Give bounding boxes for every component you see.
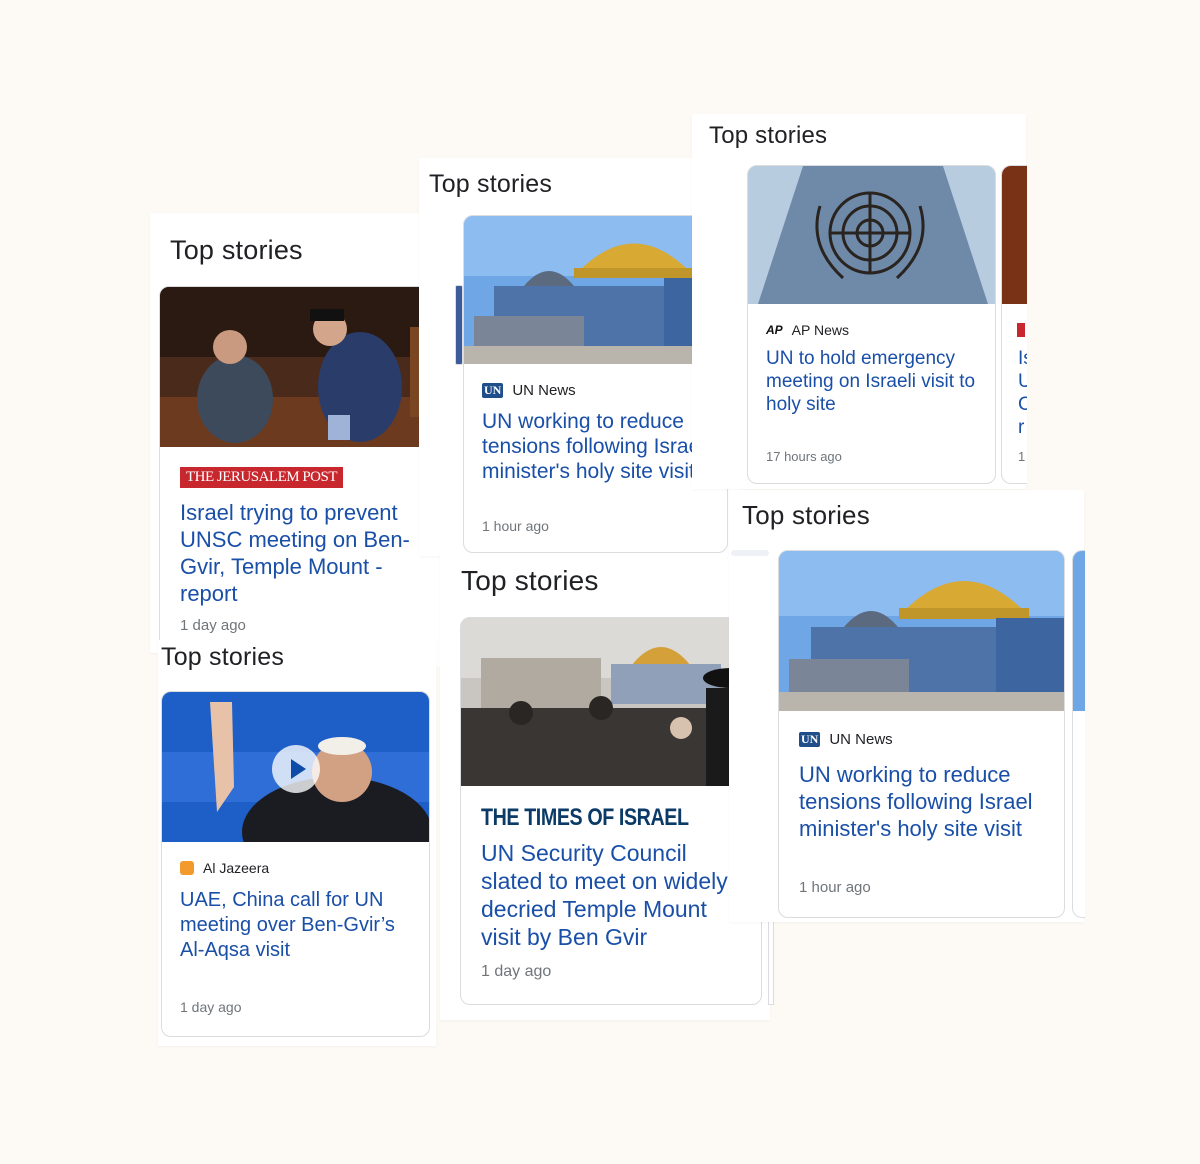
story-card-aljazeera[interactable]: Al Jazeera UAE, China call for UN meetin… xyxy=(161,691,430,1037)
story-time: 1 hour ago xyxy=(482,518,549,534)
story-card-un-news-a[interactable]: UN UN News UN working to reduce tensions… xyxy=(463,215,728,553)
panel-title: Top stories xyxy=(429,170,553,198)
story-thumbnail xyxy=(748,166,995,304)
un-news-logo: UN xyxy=(799,732,821,747)
un-news-logo: UN xyxy=(482,383,504,398)
story-thumbnail xyxy=(464,216,727,364)
story-headline[interactable]: UN working to reduce tensions following … xyxy=(482,409,714,484)
story-headline[interactable]: UN Security Council slated to meet on wi… xyxy=(481,839,746,951)
story-time: 1 day ago xyxy=(481,963,552,980)
top-stories-panel-aljazeera: Top stories Al Jazeera UAE, China call f… xyxy=(158,640,436,1046)
story-time: 1 day ago xyxy=(180,999,242,1015)
prev-card-stub xyxy=(731,550,769,556)
story-card-un-news-b[interactable]: UN UN News UN working to reduce tensions… xyxy=(778,550,1065,918)
jerusalem-post-logo: THE JERUSALEM POST xyxy=(180,467,344,488)
source-row: UN UN News xyxy=(482,382,576,399)
story-card-ap-news[interactable]: AP AP News UN to hold emergency meeting … xyxy=(747,165,996,484)
next-card-stub xyxy=(1072,550,1085,918)
ap-logo: AP xyxy=(766,323,783,337)
story-thumbnail xyxy=(779,551,1064,711)
story-time: 17 hours ago xyxy=(766,449,842,464)
source-name: AP News xyxy=(791,322,849,338)
story-thumbnail-video[interactable] xyxy=(162,692,429,842)
panel-title: Top stories xyxy=(742,500,870,530)
source-row: THE JERUSALEM POST xyxy=(180,467,344,488)
panel-title: Top stories xyxy=(461,565,599,596)
next-card-time-fragment: 1 xyxy=(1018,449,1026,464)
next-card-thumbnail xyxy=(1073,551,1085,711)
next-card-thumbnail xyxy=(1002,166,1027,304)
top-stories-panel-jpost: Top stories THE JERUSALEM POST Israel tr… xyxy=(150,213,467,667)
source-row: UN UN News xyxy=(799,731,893,748)
times-of-israel-logo: THE TIMES OF ISRAEL xyxy=(481,804,689,831)
next-card-logo xyxy=(1017,323,1025,337)
story-time: 1 day ago xyxy=(180,617,246,634)
source-name: Al Jazeera xyxy=(203,860,270,876)
top-stories-panel-un-news-b: Top stories UN UN News UN working to red… xyxy=(729,490,1085,922)
source-name: UN News xyxy=(512,382,576,399)
panel-title: Top stories xyxy=(709,122,828,149)
story-headline[interactable]: UN to hold emergency meeting on Israeli … xyxy=(766,347,981,416)
source-row: Al Jazeera xyxy=(180,860,269,876)
prev-card-stub xyxy=(455,285,463,365)
aljazeera-logo xyxy=(180,861,194,875)
story-time: 1 hour ago xyxy=(799,879,871,896)
top-stories-panel-ap-news: Top stories AP AP News UN to hold emerge… xyxy=(692,114,1027,489)
source-row: AP AP News xyxy=(766,322,849,338)
top-stories-panel-times-of-israel: Top stories THE TIMES OF ISRAEL UN Secur… xyxy=(440,553,774,1020)
source-row: THE TIMES OF ISRAEL xyxy=(481,804,734,832)
story-headline[interactable]: UAE, China call for UN meeting over Ben-… xyxy=(180,888,418,963)
next-card-stub: Is U C r 1 xyxy=(1001,165,1027,484)
play-icon[interactable] xyxy=(272,745,320,793)
story-card-jpost[interactable]: THE JERUSALEM POST Israel trying to prev… xyxy=(159,286,448,667)
story-card-times-of-israel[interactable]: THE TIMES OF ISRAEL UN Security Council … xyxy=(460,617,762,1005)
story-thumbnail xyxy=(461,618,761,786)
story-headline[interactable]: UN working to reduce tensions following … xyxy=(799,761,1054,842)
story-headline[interactable]: Israel trying to prevent UNSC meeting on… xyxy=(180,499,430,607)
story-thumbnail xyxy=(160,287,447,447)
panel-title: Top stories xyxy=(161,643,285,671)
source-name: UN News xyxy=(829,731,893,748)
next-card-headline-fragment: Is U C r xyxy=(1018,348,1027,438)
panel-title: Top stories xyxy=(170,235,303,265)
